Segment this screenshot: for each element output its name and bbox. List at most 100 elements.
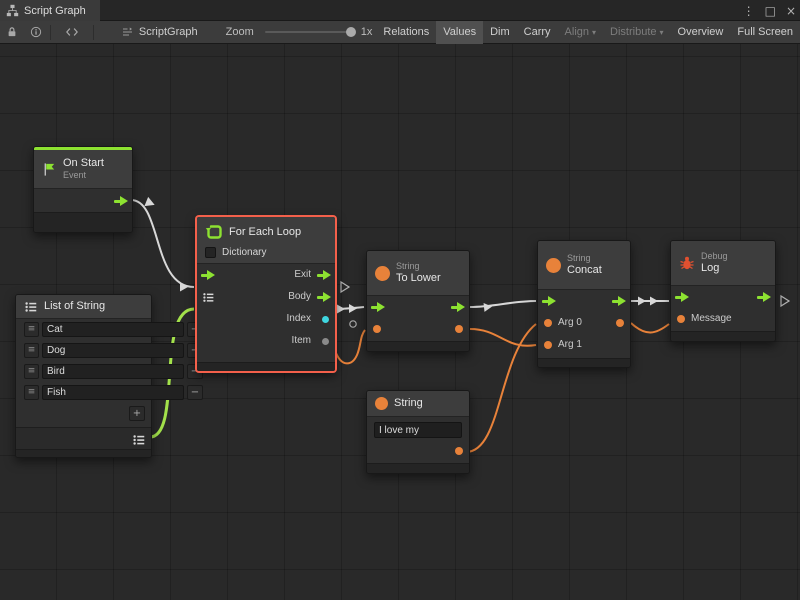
drag-handle-icon[interactable]: ≡ <box>24 343 39 358</box>
flow-input-port[interactable] <box>201 270 215 280</box>
string-value-input[interactable] <box>374 422 462 438</box>
flow-output-port[interactable] <box>451 302 465 312</box>
overview-button[interactable]: Overview <box>671 21 731 44</box>
graph-toolbar: ScriptGraph Zoom 1x Relations Values Dim… <box>0 21 800 44</box>
toolbar-separator <box>50 25 51 40</box>
node-string-to-lower[interactable]: String To Lower <box>366 250 470 352</box>
zoom-slider-thumb[interactable] <box>346 27 356 37</box>
drag-handle-icon[interactable]: ≡ <box>24 322 39 337</box>
list-item-row: ≡ − <box>16 361 151 382</box>
node-title: On Start <box>63 157 104 170</box>
relations-toggle[interactable]: Relations <box>376 21 436 44</box>
carry-toggle[interactable]: Carry <box>517 21 558 44</box>
node-title: Concat <box>567 264 602 277</box>
node-subtitle: Event <box>63 170 104 181</box>
list-item-input[interactable] <box>42 385 184 400</box>
arg0-input-port[interactable] <box>544 319 552 327</box>
list-item-input[interactable] <box>42 364 184 379</box>
flow-input-port[interactable] <box>675 292 689 302</box>
zoom-slider-track[interactable] <box>265 31 353 33</box>
flow-input-port[interactable] <box>542 296 556 306</box>
arg1-input-port[interactable] <box>544 341 552 349</box>
window-menu-icon[interactable]: ⋮ <box>743 4 755 18</box>
string-type-icon <box>375 266 390 281</box>
node-header[interactable]: Debug Log <box>671 241 775 286</box>
drag-handle-icon[interactable]: ≡ <box>24 364 39 379</box>
node-on-start[interactable]: On Start Event <box>33 146 133 233</box>
node-header[interactable]: String To Lower <box>367 251 469 296</box>
bug-icon <box>679 255 695 271</box>
exit-output-port[interactable] <box>317 270 331 280</box>
graph-asset-label: ScriptGraph <box>139 26 198 38</box>
node-header[interactable]: For Each Loop Dictionary <box>197 217 335 264</box>
node-footer <box>367 341 469 351</box>
fullscreen-button[interactable]: Full Screen <box>730 21 800 44</box>
tab-label: Script Graph <box>24 5 86 17</box>
list-output-port[interactable] <box>132 433 146 447</box>
node-title: List of String <box>44 300 105 313</box>
lock-icon <box>6 26 18 38</box>
flow-output-port[interactable] <box>757 292 771 302</box>
node-list-of-string[interactable]: List of String ≡ − ≡ − ≡ − ≡ − + <box>15 294 152 458</box>
dim-toggle[interactable]: Dim <box>483 21 517 44</box>
node-debug-log[interactable]: Debug Log Message <box>670 240 776 342</box>
string-input-port[interactable] <box>373 325 381 333</box>
node-header[interactable]: String Concat <box>538 241 630 290</box>
align-label: Align <box>565 26 589 38</box>
item-output-port[interactable] <box>322 338 329 345</box>
code-icon <box>65 26 79 38</box>
list-item-input[interactable] <box>42 343 184 358</box>
string-output-port[interactable] <box>455 447 463 455</box>
node-title: For Each Loop <box>229 226 301 238</box>
list-input-port[interactable] <box>202 291 215 304</box>
flow-output-port[interactable] <box>612 296 626 306</box>
zoom-value: 1x <box>357 21 377 44</box>
list-item-input[interactable] <box>42 322 184 337</box>
close-icon[interactable]: × <box>786 4 796 18</box>
values-toggle[interactable]: Values <box>436 21 483 44</box>
node-footer <box>34 212 132 232</box>
inspect-button[interactable] <box>24 21 48 44</box>
remove-item-button[interactable]: − <box>187 385 203 400</box>
edit-source-button[interactable] <box>53 21 91 44</box>
maximize-icon[interactable]: □ <box>765 4 776 18</box>
zoom-slider[interactable] <box>265 26 353 38</box>
node-footer <box>197 362 335 371</box>
string-type-icon <box>375 397 388 410</box>
index-output-port[interactable] <box>322 316 329 323</box>
node-category: Debug <box>701 251 728 262</box>
node-title: Log <box>701 262 728 275</box>
drag-handle-icon[interactable]: ≡ <box>24 385 39 400</box>
list-item-row: ≡ − <box>16 340 151 361</box>
node-string-concat[interactable]: String Concat Arg 0 Arg 1 <box>537 240 631 368</box>
node-footer <box>538 358 630 367</box>
string-output-port[interactable] <box>455 325 463 333</box>
node-header[interactable]: String <box>367 391 469 417</box>
graph-asset-button[interactable]: ScriptGraph <box>114 21 205 44</box>
list-icon <box>24 300 38 314</box>
add-item-button[interactable]: + <box>129 406 145 421</box>
dictionary-label: Dictionary <box>222 247 266 258</box>
lock-button[interactable] <box>0 21 24 44</box>
distribute-label: Distribute <box>610 26 656 38</box>
result-output-port[interactable] <box>616 319 624 327</box>
flow-output-port[interactable] <box>114 196 128 206</box>
tab-script-graph[interactable]: Script Graph <box>0 0 100 21</box>
node-category: String <box>567 253 602 264</box>
node-header[interactable]: List of String <box>16 295 151 319</box>
info-icon <box>30 26 42 38</box>
node-footer <box>367 463 469 473</box>
node-header[interactable]: On Start Event <box>34 150 132 189</box>
arg0-port-label: Arg 0 <box>558 317 582 328</box>
flow-input-port[interactable] <box>371 302 385 312</box>
body-output-port[interactable] <box>317 292 331 302</box>
node-for-each-loop[interactable]: For Each Loop Dictionary Exit Body Index… <box>196 216 336 372</box>
distribute-dropdown[interactable]: Distribute ▾ <box>603 21 670 44</box>
arg1-port-label: Arg 1 <box>558 339 582 350</box>
node-footer <box>671 331 775 341</box>
message-input-port[interactable] <box>677 315 685 323</box>
chevron-down-icon: ▾ <box>592 28 596 37</box>
dictionary-checkbox[interactable] <box>205 247 216 258</box>
node-string-literal[interactable]: String <box>366 390 470 474</box>
align-dropdown[interactable]: Align ▾ <box>558 21 603 44</box>
